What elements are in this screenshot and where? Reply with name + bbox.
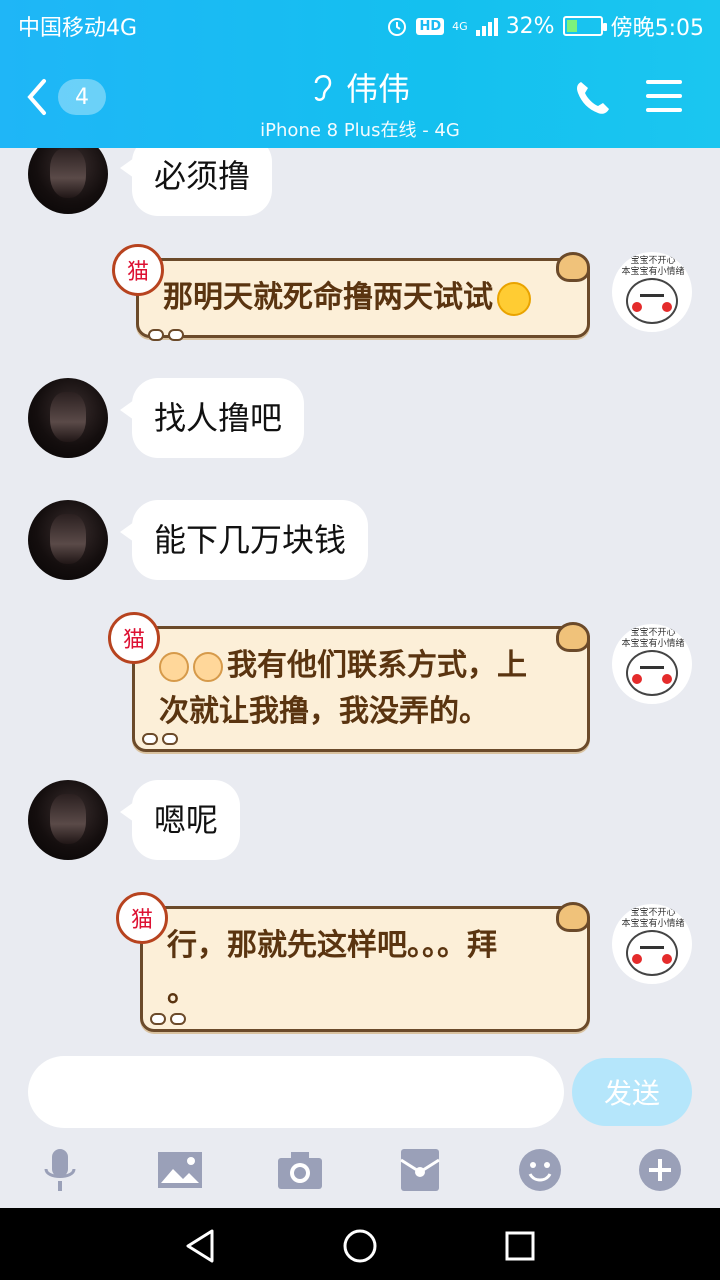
my-avatar[interactable]: 宝宝不开心 本宝宝有小情绪	[612, 904, 692, 984]
message-line: 。	[167, 974, 197, 1009]
chat-header: 中国移动4G HD 4G 32% 傍晚5:05 4 伟伟 iPhone 8 Pl…	[0, 0, 720, 148]
nav-recents-icon[interactable]	[500, 1226, 540, 1266]
nav-bar: 4 伟伟 iPhone 8 Plus在线 - 4G	[0, 50, 720, 148]
chevron-left-icon	[27, 79, 46, 115]
message-line: 次就让我撸，我没弄的。	[159, 694, 489, 729]
microphone-icon[interactable]	[36, 1146, 84, 1194]
menu-icon[interactable]	[646, 80, 682, 112]
hd-badge: HD	[416, 17, 445, 35]
signal-icon	[475, 16, 498, 36]
lucky-cat-icon: 猫	[112, 244, 164, 296]
bubble-ear-decoration	[556, 902, 590, 932]
my-avatar[interactable]: 宝宝不开心 本宝宝有小情绪	[612, 252, 692, 332]
bubble-paws-decoration	[148, 326, 188, 341]
outgoing-message[interactable]: 我有他们联系方式，上 次就让我撸，我没弄的。	[132, 626, 590, 752]
message-line: 行，那就先这样吧。。。拜	[167, 928, 497, 963]
message-line: 我有他们联系方式，上	[227, 648, 527, 683]
contact-avatar[interactable]	[28, 780, 108, 860]
back-button[interactable]: 4	[26, 72, 116, 122]
bubble-paws-decoration	[150, 1010, 190, 1025]
message-input[interactable]	[28, 1056, 564, 1128]
system-nav-bar	[0, 1208, 720, 1280]
incoming-message[interactable]: 嗯呢	[119, 780, 241, 860]
status-indicators: HD 4G 32% 傍晚5:05	[386, 10, 704, 42]
incoming-message[interactable]: 找人撸吧	[119, 378, 305, 458]
contact-avatar[interactable]	[28, 148, 108, 214]
alarm-icon	[386, 15, 408, 37]
ear-icon	[314, 75, 332, 101]
contact-status: iPhone 8 Plus在线 - 4G	[260, 120, 460, 141]
battery-icon	[562, 16, 607, 36]
status-bar: 中国移动4G HD 4G 32% 傍晚5:05	[0, 0, 720, 50]
camera-icon[interactable]	[276, 1146, 324, 1194]
incoming-message[interactable]: 能下几万块钱	[119, 500, 369, 580]
chat-toolbar	[0, 1140, 720, 1208]
bubble-ear-decoration	[556, 622, 590, 652]
ok-hand-emoji-icon	[159, 652, 189, 682]
conversation-title[interactable]: 伟伟 iPhone 8 Plus在线 - 4G	[160, 64, 560, 142]
carrier-label: 中国移动4G	[18, 16, 138, 41]
message-line: 那明天就死命撸两天试试	[163, 280, 493, 315]
lucky-cat-icon: 猫	[116, 892, 168, 944]
contact-name: 伟伟	[345, 70, 410, 108]
ok-hand-emoji-icon	[193, 652, 223, 682]
lucky-cat-icon: 猫	[108, 612, 160, 664]
outgoing-message[interactable]: 行，那就先这样吧。。。拜 。	[140, 906, 590, 1032]
plus-icon[interactable]	[636, 1146, 684, 1194]
send-button[interactable]: 发送	[572, 1058, 692, 1126]
phone-call-button[interactable]	[572, 78, 612, 118]
outgoing-message[interactable]: 那明天就死命撸两天试试	[136, 258, 590, 338]
nav-back-icon[interactable]	[180, 1226, 220, 1266]
input-bar: 发送	[0, 1038, 720, 1148]
incoming-message[interactable]: 必须撸	[119, 148, 273, 216]
emoji-icon[interactable]	[516, 1146, 564, 1194]
clock: 傍晚5:05	[610, 16, 704, 41]
bubble-paws-decoration	[142, 730, 182, 745]
contact-avatar[interactable]	[28, 378, 108, 458]
my-avatar[interactable]: 宝宝不开心 本宝宝有小情绪	[612, 624, 692, 704]
phone-icon	[577, 82, 609, 114]
nav-home-icon[interactable]	[340, 1226, 380, 1266]
unread-count-badge: 4	[58, 79, 106, 115]
red-packet-icon[interactable]	[396, 1146, 444, 1194]
battery-percent: 32%	[505, 13, 555, 39]
contact-avatar[interactable]	[28, 500, 108, 580]
message-list[interactable]: 必须撸 那明天就死命撸两天试试 猫 宝宝不开心 本宝宝有小情绪 找人撸吧 能下几万…	[0, 148, 720, 1038]
image-icon[interactable]	[156, 1146, 204, 1194]
network-type-label: 4G	[452, 19, 468, 33]
emoji-icon	[497, 282, 531, 316]
bubble-ear-decoration	[556, 252, 590, 282]
